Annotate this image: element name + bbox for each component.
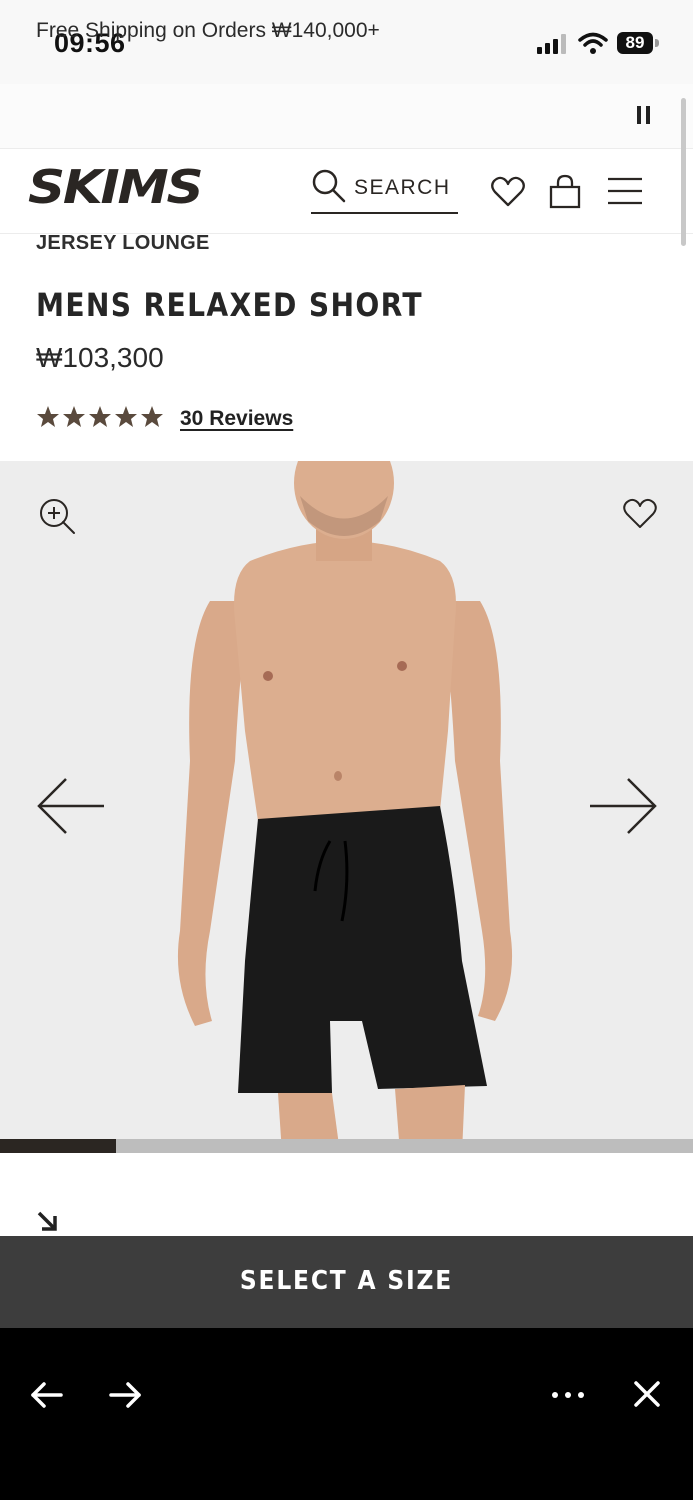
reviews-link[interactable]: 30 Reviews <box>180 407 293 431</box>
star-icon <box>141 406 163 427</box>
hamburger-menu-icon[interactable] <box>606 176 644 206</box>
wishlist-heart-icon[interactable] <box>490 174 526 210</box>
star-icon <box>89 406 111 427</box>
product-collection[interactable]: JERSEY LOUNGE <box>36 232 210 255</box>
skims-logo[interactable]: SKIMS <box>28 160 204 214</box>
more-options-icon[interactable] <box>551 1385 585 1405</box>
promo-banner <box>0 84 693 149</box>
gallery-progress-fill <box>0 1139 116 1153</box>
close-icon[interactable] <box>633 1380 661 1408</box>
arrow-down-right-icon <box>37 1211 57 1231</box>
previous-image-arrow-icon[interactable] <box>36 776 106 836</box>
shopping-bag-icon[interactable] <box>548 173 582 209</box>
star-icon <box>63 406 85 427</box>
product-title: MENS RELAXED SHORT <box>36 286 423 324</box>
product-price: ₩103,300 <box>36 342 164 373</box>
signal-icon <box>537 34 566 54</box>
battery-icon: 89 <box>617 32 659 54</box>
pause-icon[interactable] <box>636 106 652 126</box>
zoom-in-icon[interactable] <box>38 497 76 535</box>
search-icon <box>312 169 346 203</box>
wifi-icon <box>578 32 608 54</box>
search-button[interactable]: SEARCH <box>311 168 458 214</box>
battery-level: 89 <box>625 33 645 52</box>
promo-text: Free Shipping on Orders ₩140,000+ <box>36 19 380 42</box>
page-scrollbar[interactable] <box>681 98 686 246</box>
next-image-arrow-icon[interactable] <box>588 776 658 836</box>
rating-stars <box>37 406 163 427</box>
select-size-button[interactable]: SELECT A SIZE <box>0 1236 693 1328</box>
select-size-label: SELECT A SIZE <box>239 1266 454 1296</box>
browser-forward-icon[interactable] <box>108 1380 142 1410</box>
search-label: SEARCH <box>354 176 451 199</box>
star-icon <box>115 406 137 427</box>
browser-toolbar <box>0 1328 693 1500</box>
browser-back-icon[interactable] <box>30 1380 64 1410</box>
favorite-heart-icon[interactable] <box>622 496 658 530</box>
star-icon <box>37 406 59 427</box>
